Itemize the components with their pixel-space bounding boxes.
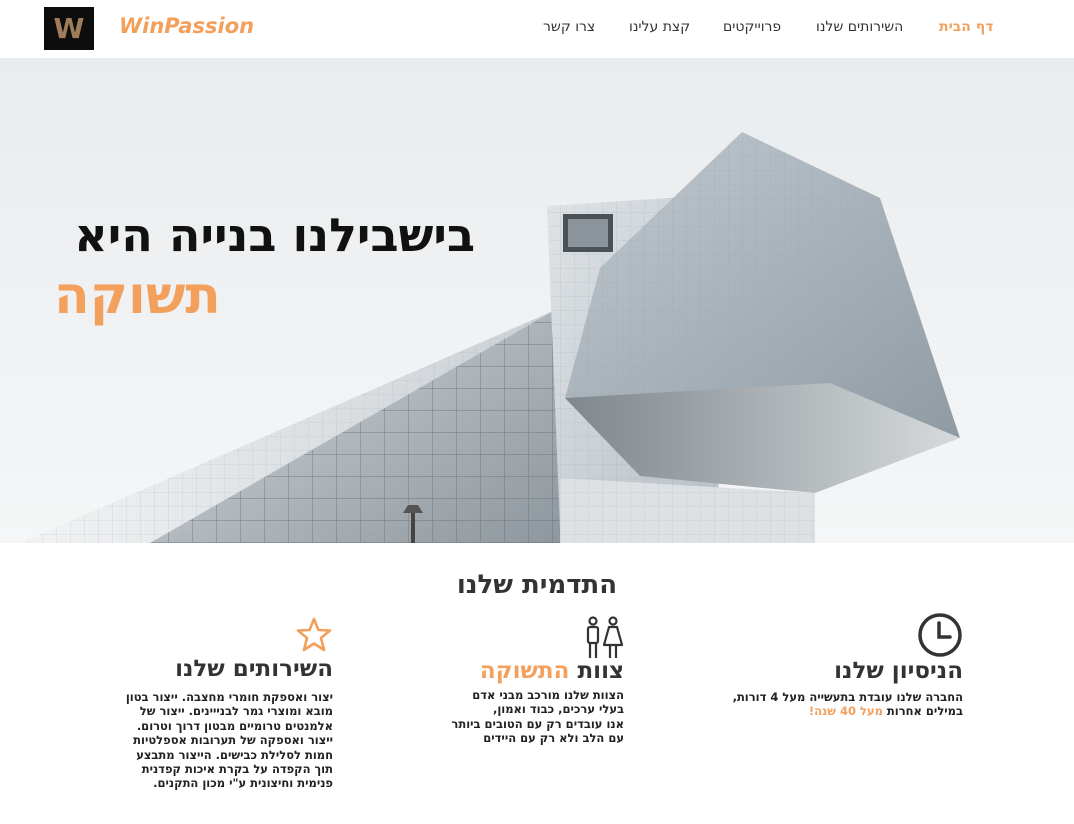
services-text-line: יצור ואספקת חומרי מחצבה. ייצור בטון — [125, 690, 333, 704]
clock-icon — [918, 613, 962, 657]
team-title-plain: צוות — [577, 658, 624, 684]
services-title: השירותים שלנו — [175, 656, 333, 682]
logo-letter: W — [53, 12, 85, 45]
services-text-line: פנימית וחיצונית ע"י מכון התקנים. — [153, 776, 333, 791]
nav-item-contact[interactable]: צרו קשר — [543, 19, 595, 35]
services-text-line: אלמנטים טרומיים מבטון דרוך וטרום. — [136, 718, 333, 733]
team-text: הצוות שלנו מורכב מבני אדם בעלי ערכים, כב… — [424, 688, 624, 746]
team-text-line: אנו עובדים רק עם הטובים ביותר — [451, 716, 624, 731]
services-text-line: חמות לסלילת כבישים. הייצור מתבצע — [136, 747, 333, 762]
experience-text-accent: מעל 40 שנה! — [808, 704, 883, 719]
team-text-line: בעלי ערכים, כבוד ואמון, — [492, 702, 624, 717]
nav-item-about[interactable]: קצת עלינו — [629, 19, 690, 35]
people-icon — [586, 616, 624, 658]
experience-text: החברה שלנו עובדת בתעשייה מעל 4 דורות, במ… — [700, 690, 963, 719]
experience-text-line: החברה שלנו עובדת בתעשייה מעל 4 דורות, — [732, 690, 963, 704]
team-title-accent: התשוקה — [479, 658, 570, 684]
team-title: צוות התשוקה — [440, 658, 624, 684]
team-text-line: הצוות שלנו מורכב מבני אדם — [472, 688, 624, 702]
experience-title: הניסיון שלנו — [834, 658, 963, 684]
team-text-line: עם הלב ולא רק עם היידים — [483, 731, 624, 746]
hero-heading-accent: תשוקה — [54, 266, 221, 326]
nav-item-services[interactable]: השירותים שלנו — [816, 19, 903, 35]
nav-item-home[interactable]: דף הבית — [939, 19, 993, 35]
star-icon — [296, 617, 332, 652]
hero-heading: בישבילנו בנייה היא — [74, 208, 475, 262]
nav-item-projects[interactable]: פרוייקטים — [723, 19, 781, 35]
experience-text-line: במילים אחרות מעל 40 שנה! — [700, 704, 963, 718]
services-text-line: ייצור ואספקה של תערובות אספלטיות — [133, 733, 333, 748]
hero-banner: בישבילנו בנייה היא תשוקה — [0, 58, 1074, 543]
services-text-line: תוך הקפדה על בקרת איכות קפדנית — [141, 762, 333, 777]
top-navbar: W WinPassion דף הבית השירותים שלנו פרויי… — [0, 0, 1074, 58]
services-text: יצור ואספקת חומרי מחצבה. ייצור בטון מובא… — [110, 690, 333, 791]
services-text-line: מובא ומוצרי גמר לבנייינים. ייצור של — [139, 704, 333, 719]
logo[interactable]: W — [44, 7, 94, 50]
brand-name[interactable]: WinPassion — [119, 14, 254, 38]
advantages-title: התדמית שלנו — [456, 570, 618, 600]
experience-text-plain: במילים אחרות — [886, 704, 963, 719]
